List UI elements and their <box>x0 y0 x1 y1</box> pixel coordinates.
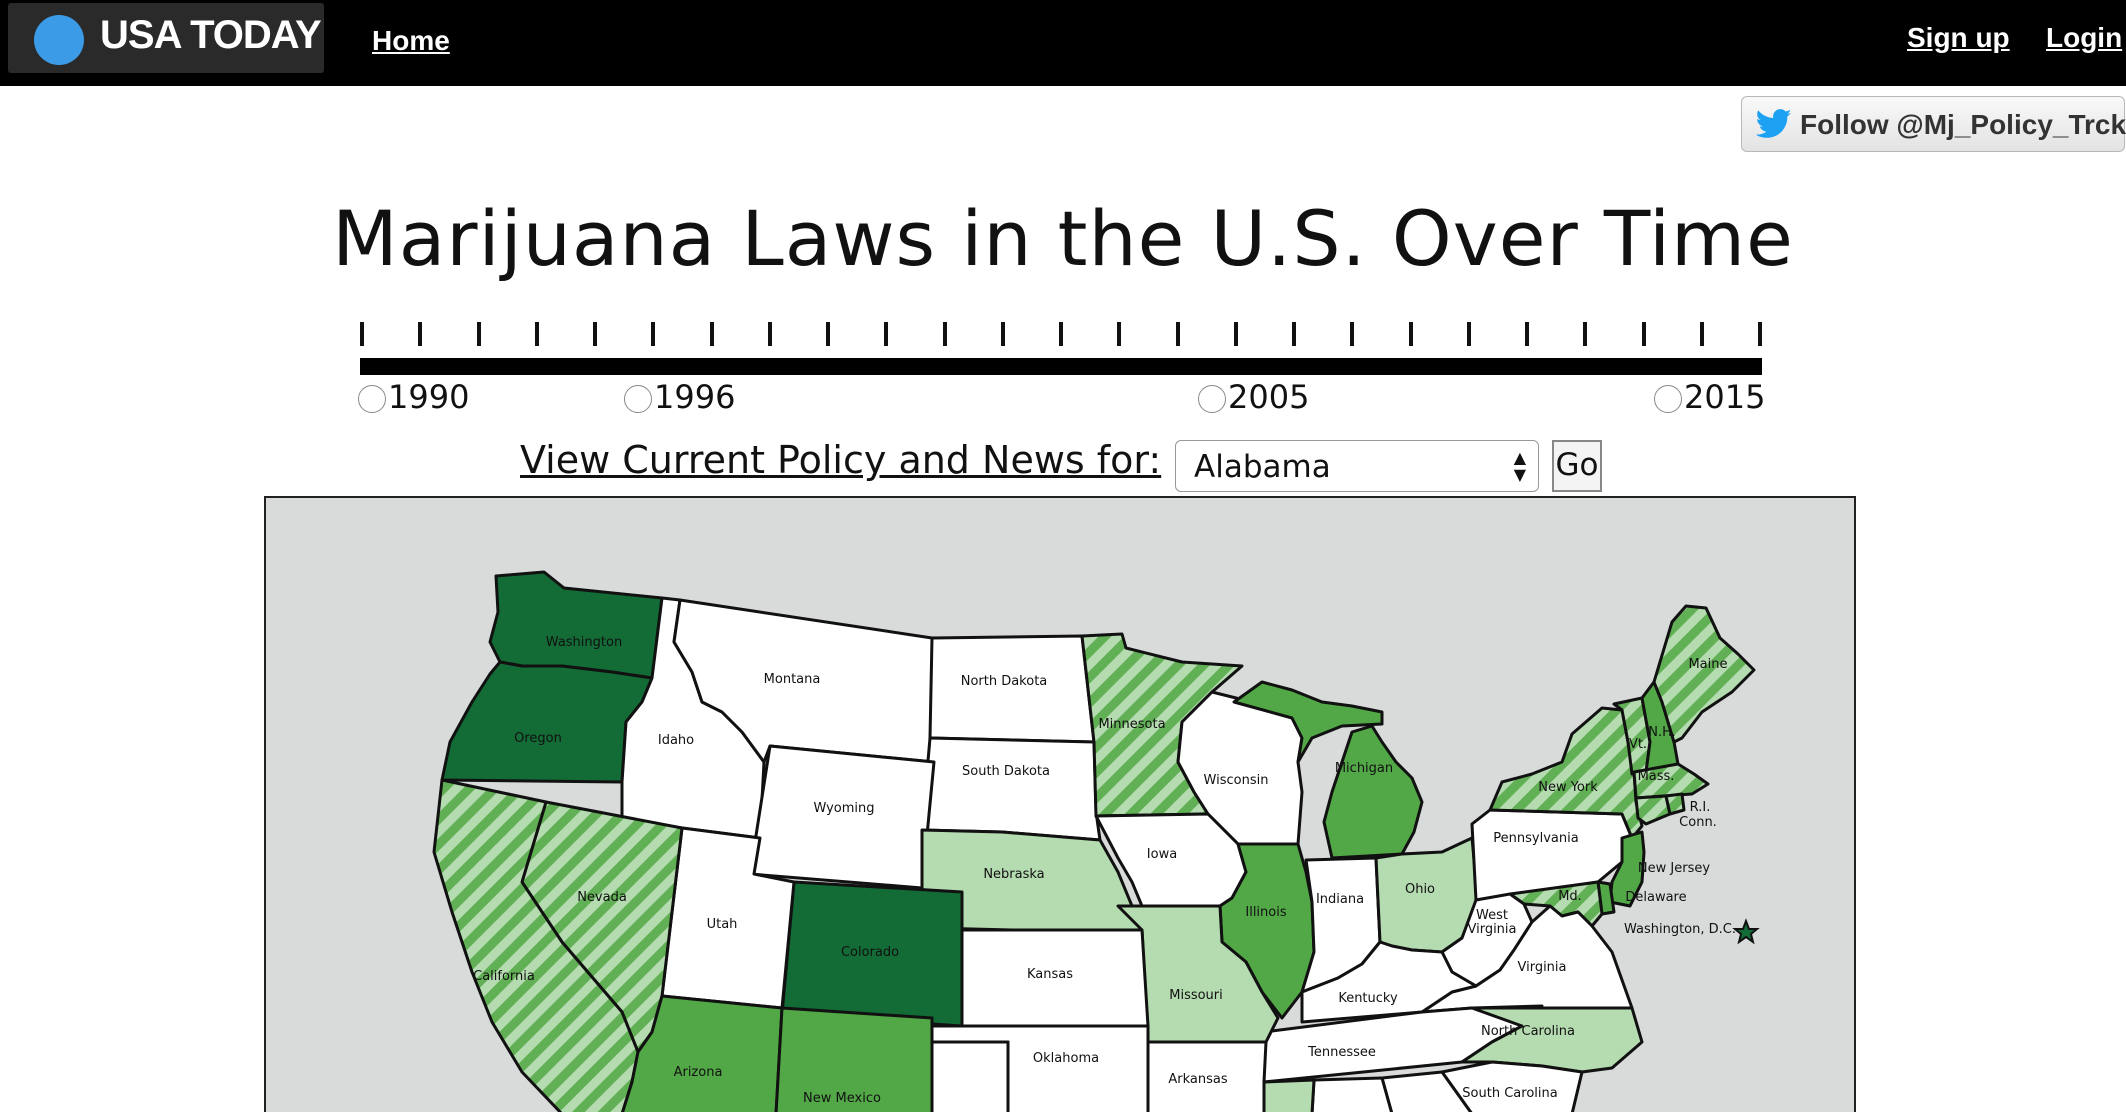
state-rhode-island[interactable] <box>1664 792 1686 816</box>
go-button[interactable]: Go <box>1552 440 1602 492</box>
timeline-tick <box>1292 322 1296 346</box>
state-colorado[interactable] <box>780 880 964 1028</box>
timeline-tick <box>360 322 364 346</box>
state-massachusetts[interactable] <box>1632 762 1710 800</box>
timeline-tick <box>1408 322 1413 346</box>
timeline-tick <box>884 322 889 346</box>
us-map: Washington Oregon Idaho Montana North Dakota… <box>264 496 1856 1112</box>
timeline-tick <box>1059 322 1063 346</box>
nav-home-link[interactable]: Home <box>372 25 450 57</box>
state-wyoming[interactable] <box>748 744 936 890</box>
state-kansas[interactable] <box>960 928 1150 1028</box>
state-new-mexico[interactable] <box>774 1006 934 1112</box>
timeline-tick <box>1699 322 1704 346</box>
us-map-svg: WashingtonOregon IdahoMontana North Dakota… <box>432 570 1760 1112</box>
twitter-bird-icon <box>1756 109 1792 138</box>
timeline-tick <box>1466 322 1471 346</box>
timeline-tick <box>942 322 947 346</box>
timeline-tick <box>534 322 539 346</box>
timeline-tick <box>651 322 656 346</box>
nav-login-link[interactable]: Login <box>2046 22 2122 54</box>
state-alabama[interactable] <box>1310 1076 1394 1112</box>
timeline-ticks <box>360 322 1762 346</box>
state-select-value: Alabama <box>1194 449 1331 485</box>
state-connecticut[interactable] <box>1634 794 1672 826</box>
timeline-tick <box>1175 322 1180 346</box>
state-texas[interactable] <box>930 1040 1010 1112</box>
year-radio-2015[interactable] <box>1654 385 1682 413</box>
state-label: New Jersey <box>1638 861 1710 876</box>
state-label: Conn. <box>1679 815 1717 830</box>
year-label-1996: 1996 <box>654 378 736 416</box>
state-label: Washington, D.C. <box>1624 922 1736 937</box>
timeline-tick <box>1758 322 1762 346</box>
page-title: Marijuana Laws in the U.S. Over Time <box>332 194 1794 283</box>
state-maine[interactable] <box>1652 604 1756 744</box>
state-michigan-lower[interactable] <box>1322 724 1424 860</box>
policy-label: View Current Policy and News for: <box>520 438 1162 482</box>
timeline-tick <box>767 322 772 346</box>
top-navigation-bar: USA TODAY Home Sign up Login <box>0 0 2126 86</box>
state-south-dakota[interactable] <box>920 736 1102 842</box>
timeline-tick <box>1583 322 1588 346</box>
nav-signup-link[interactable]: Sign up <box>1907 22 2010 54</box>
dc-star-icon[interactable] <box>1732 918 1760 945</box>
state-oregon[interactable] <box>440 660 654 784</box>
timeline-tick <box>1350 322 1355 346</box>
year-label-2015: 2015 <box>1684 378 1766 416</box>
select-arrows-icon: ▲ ▼ <box>1513 448 1526 484</box>
year-label-2005: 2005 <box>1228 378 1310 416</box>
state-mississippi[interactable] <box>1262 1078 1316 1112</box>
state-arkansas[interactable] <box>1146 1040 1268 1112</box>
timeline-tick <box>1000 322 1005 346</box>
timeline-tick <box>826 322 830 346</box>
year-label-1990: 1990 <box>388 378 470 416</box>
logo-circle-icon <box>34 15 84 65</box>
logo-text: USA TODAY <box>100 13 322 57</box>
state-label: R.I. <box>1690 800 1711 815</box>
timeline-tick <box>1233 322 1238 346</box>
timeline-tick <box>1525 322 1529 346</box>
timeline-tick <box>476 322 481 346</box>
state-washington[interactable] <box>488 570 664 680</box>
timeline-tick <box>1641 322 1646 346</box>
timeline-slider[interactable] <box>360 358 1762 375</box>
year-radio-1996[interactable] <box>624 385 652 413</box>
year-radio-1990[interactable] <box>358 385 386 413</box>
twitter-follow-button[interactable]: Follow @Mj_Policy_Trckr <box>1741 96 2126 152</box>
timeline-tick <box>709 322 714 346</box>
follow-label: Follow @Mj_Policy_Trckr <box>1800 109 2126 140</box>
timeline-tick <box>1117 322 1122 346</box>
timeline-tick <box>593 322 597 346</box>
state-select[interactable]: Alabama ▲ ▼ <box>1175 440 1539 492</box>
timeline-tick <box>418 322 423 346</box>
state-north-dakota[interactable] <box>928 634 1096 744</box>
usa-today-logo[interactable]: USA TODAY <box>8 3 324 73</box>
year-radio-2005[interactable] <box>1198 385 1226 413</box>
